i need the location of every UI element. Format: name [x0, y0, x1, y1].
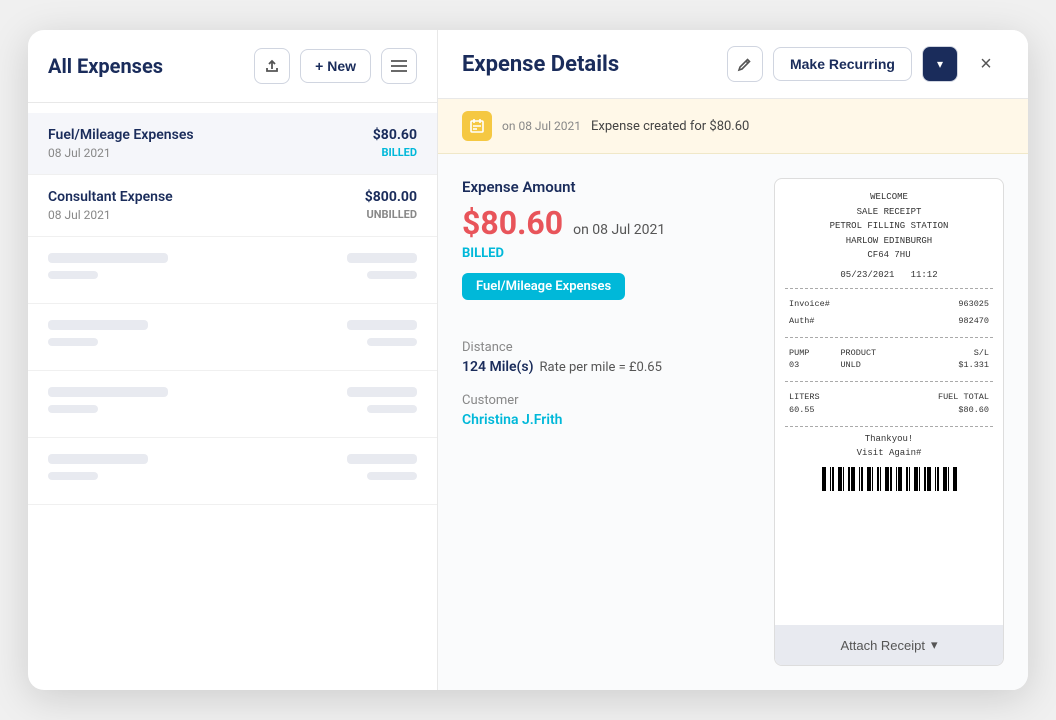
expense-amount-label: Expense Amount — [462, 178, 750, 196]
auth-value: 982470 — [903, 314, 991, 329]
skeleton-row-4 — [28, 438, 437, 505]
expense-amount-date: on 08 Jul 2021 — [573, 222, 665, 238]
skeleton-row-2 — [28, 304, 437, 371]
dropdown-button[interactable]: ▾ — [922, 46, 958, 82]
menu-button[interactable] — [381, 48, 417, 84]
distance-value: 124 Mile(s) — [462, 359, 534, 375]
invoice-label: Invoice# — [787, 297, 901, 312]
expense-status-2: UNBILLED — [367, 208, 418, 221]
notification-icon — [462, 111, 492, 141]
attach-receipt-button[interactable]: Attach Receipt ▾ — [775, 625, 1003, 665]
invoice-value: 963025 — [903, 297, 991, 312]
receipt-line-postcode: CF64 7HU — [785, 249, 993, 263]
expense-details-title: Expense Details — [462, 52, 717, 77]
receipt-totals: LITERS60.55 FUEL TOTAL$80.60 — [785, 388, 993, 420]
receipt-container: WELCOME SALE RECEIPT PETROL FILLING STAT… — [774, 178, 1004, 666]
close-button[interactable]: × — [968, 46, 1004, 82]
all-expenses-title: All Expenses — [48, 54, 244, 78]
attach-dropdown-icon: ▾ — [931, 637, 938, 653]
receipt-body: WELCOME SALE RECEIPT PETROL FILLING STAT… — [775, 179, 1003, 625]
expense-billed-status: BILLED — [462, 246, 750, 261]
left-header: All Expenses + New — [28, 30, 437, 103]
close-icon: × — [980, 53, 992, 76]
expense-amount-1: $80.60 — [373, 127, 417, 143]
expense-date-2: 08 Jul 2021 — [48, 208, 111, 222]
category-badge: Fuel/Mileage Expenses — [462, 273, 625, 300]
fuel-total-label: FUEL TOTAL$80.60 — [867, 390, 991, 418]
skeleton-row-1 — [28, 237, 437, 304]
make-recurring-button[interactable]: Make Recurring — [773, 47, 912, 81]
expense-details-left: Expense Amount $80.60 on 08 Jul 2021 BIL… — [462, 178, 750, 666]
receipt-thanks: Thankyou! — [785, 433, 993, 447]
new-button-label: + New — [315, 58, 356, 74]
expense-amount-section: Expense Amount $80.60 on 08 Jul 2021 BIL… — [462, 178, 750, 320]
attach-receipt-label: Attach Receipt — [840, 638, 925, 653]
pump-label: PUMP03 — [787, 346, 836, 374]
expense-list: Fuel/Mileage Expenses $80.60 08 Jul 2021… — [28, 103, 437, 690]
expense-amount-2: $800.00 — [365, 189, 417, 205]
expense-amount-value: $80.60 — [462, 204, 563, 242]
left-panel: All Expenses + New — [28, 30, 438, 690]
expense-status-1: BILLED — [382, 146, 417, 159]
upload-button[interactable] — [254, 48, 290, 84]
notification-text: Expense created for $80.60 — [591, 119, 749, 134]
dropdown-icon: ▾ — [937, 57, 943, 71]
customer-value[interactable]: Christina J.Frith — [462, 412, 750, 428]
receipt-line-city: HARLOW EDINBURGH — [785, 235, 993, 249]
receipt-table: Invoice# 963025 Auth# 982470 — [785, 295, 993, 331]
receipt-line-station: PETROL FILLING STATION — [785, 220, 993, 234]
product-label: PRODUCTUNLD — [838, 346, 918, 374]
customer-label: Customer — [462, 393, 750, 408]
distance-label: Distance — [462, 340, 750, 355]
expense-content: Expense Amount $80.60 on 08 Jul 2021 BIL… — [438, 154, 1028, 690]
receipt-products: PUMP03 PRODUCTUNLD S/L$1.331 — [785, 344, 993, 376]
notification-bar: on 08 Jul 2021 Expense created for $80.6… — [438, 99, 1028, 154]
price-label: S/L$1.331 — [921, 346, 991, 374]
right-panel: Expense Details Make Recurring ▾ × — [438, 30, 1028, 690]
notification-date: on 08 Jul 2021 — [502, 119, 581, 133]
liters-label: LITERS60.55 — [787, 390, 865, 418]
expense-item-1[interactable]: Fuel/Mileage Expenses $80.60 08 Jul 2021… — [28, 113, 437, 175]
distance-section: Distance 124 Mile(s) Rate per mile = £0.… — [462, 340, 750, 375]
expense-name-1: Fuel/Mileage Expenses — [48, 127, 194, 143]
right-header: Expense Details Make Recurring ▾ × — [438, 30, 1028, 99]
customer-section: Customer Christina J.Frith — [462, 393, 750, 428]
receipt-line-sale: SALE RECEIPT — [785, 206, 993, 220]
new-button[interactable]: + New — [300, 49, 371, 83]
distance-sub: Rate per mile = £0.65 — [540, 360, 662, 375]
receipt-line-welcome: WELCOME — [785, 191, 993, 205]
expense-item-2[interactable]: Consultant Expense $800.00 08 Jul 2021 U… — [28, 175, 437, 237]
expense-name-2: Consultant Expense — [48, 189, 173, 205]
receipt-line-datetime: 05/23/2021 11:12 — [785, 269, 993, 283]
expense-date-1: 08 Jul 2021 — [48, 146, 111, 160]
receipt-barcode — [785, 467, 993, 491]
auth-label: Auth# — [787, 314, 901, 329]
receipt-visit: Visit Again# — [785, 447, 993, 461]
skeleton-row-3 — [28, 371, 437, 438]
edit-button[interactable] — [727, 46, 763, 82]
